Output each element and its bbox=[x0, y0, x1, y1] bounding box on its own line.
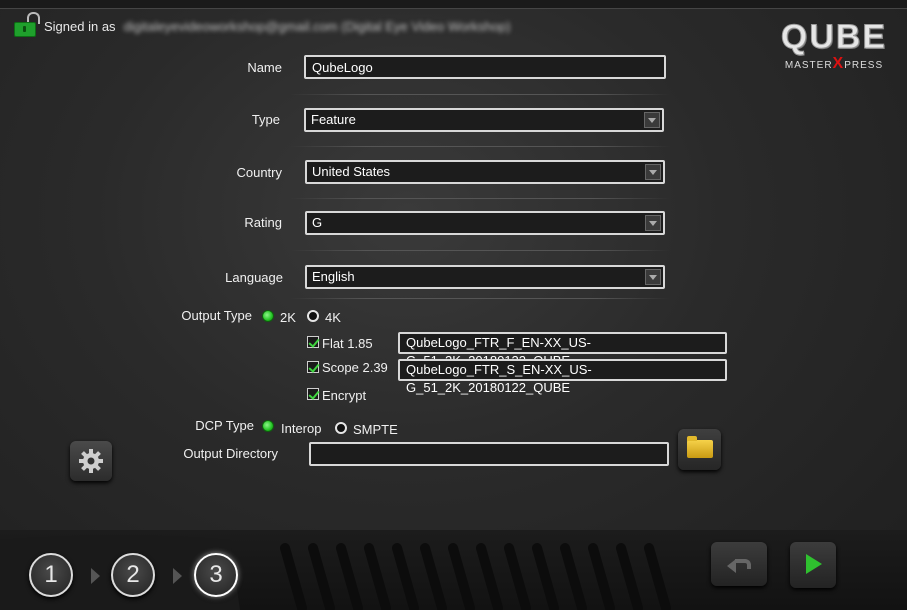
radio-4k[interactable] bbox=[307, 310, 319, 322]
separator bbox=[290, 94, 670, 95]
separator bbox=[290, 146, 670, 147]
name-label: Name bbox=[247, 60, 282, 75]
radio-4k-label[interactable]: 4K bbox=[325, 310, 341, 325]
dcp-type-label: DCP Type bbox=[195, 418, 254, 433]
encrypt-checkbox[interactable] bbox=[307, 388, 319, 400]
flat-filename-input[interactable]: QubeLogo_FTR_F_EN-XX_US-G_51_2K_20180122… bbox=[398, 332, 727, 368]
separator bbox=[290, 198, 670, 199]
app-window: Signed in as digitaleyevideoworkshop@gma… bbox=[0, 0, 907, 610]
next-button[interactable] bbox=[790, 542, 836, 588]
lock-icon bbox=[14, 12, 40, 37]
language-select[interactable]: English bbox=[305, 265, 665, 289]
radio-interop[interactable] bbox=[262, 420, 274, 432]
radio-smpte-label[interactable]: SMPTE bbox=[353, 422, 398, 437]
chevron-down-icon[interactable] bbox=[645, 269, 661, 285]
encrypt-checkbox-label[interactable]: Encrypt bbox=[322, 388, 366, 403]
type-select-value: Feature bbox=[311, 112, 356, 127]
scope-filename-input[interactable]: QubeLogo_FTR_S_EN-XX_US-G_51_2K_20180122… bbox=[398, 359, 727, 395]
scope-checkbox-label[interactable]: Scope 2.39 bbox=[322, 360, 388, 375]
output-type-label: Output Type bbox=[181, 308, 252, 323]
type-select[interactable]: Feature bbox=[304, 108, 664, 132]
output-directory-label: Output Directory bbox=[183, 446, 278, 461]
country-select-value: United States bbox=[312, 164, 391, 179]
step-chevron-icon bbox=[173, 568, 182, 584]
radio-2k-label[interactable]: 2K bbox=[280, 310, 296, 325]
step-3[interactable]: 3 bbox=[194, 553, 238, 597]
bottom-bar: 1 2 3 bbox=[0, 530, 907, 610]
back-arrow-icon bbox=[727, 556, 751, 573]
chevron-down-icon[interactable] bbox=[645, 164, 661, 180]
radio-interop-label[interactable]: Interop bbox=[281, 421, 321, 436]
signed-in-prefix: Signed in as bbox=[44, 18, 116, 34]
flat-checkbox-label[interactable]: Flat 1.85 bbox=[322, 336, 373, 351]
step-chevron-icon bbox=[91, 568, 100, 584]
chevron-down-icon[interactable] bbox=[645, 215, 661, 231]
window-top-edge bbox=[0, 0, 907, 9]
signed-in-account: digitaleyevideoworkshop@gmail.com (Digit… bbox=[123, 18, 511, 34]
play-icon bbox=[806, 554, 822, 574]
folder-icon bbox=[687, 436, 713, 458]
radio-2k[interactable] bbox=[262, 310, 274, 322]
rating-label: Rating bbox=[244, 215, 282, 230]
signed-in-status: Signed in as digitaleyevideoworkshop@gma… bbox=[14, 12, 511, 37]
settings-button[interactable] bbox=[70, 441, 112, 481]
flat-checkbox[interactable] bbox=[307, 336, 319, 348]
rating-select[interactable]: G bbox=[305, 211, 665, 235]
chevron-down-icon[interactable] bbox=[644, 112, 660, 128]
logo-title: QUBE bbox=[780, 18, 888, 56]
step-2[interactable]: 2 bbox=[111, 553, 155, 597]
qube-logo: QUBE MASTERXPRESS bbox=[769, 18, 899, 73]
step-1[interactable]: 1 bbox=[29, 553, 73, 597]
output-directory-input[interactable] bbox=[309, 442, 669, 466]
browse-folder-button[interactable] bbox=[678, 429, 721, 470]
back-button[interactable] bbox=[711, 542, 767, 586]
scope-checkbox[interactable] bbox=[307, 361, 319, 373]
gear-icon bbox=[79, 449, 103, 473]
country-label: Country bbox=[236, 165, 282, 180]
name-input[interactable]: QubeLogo bbox=[304, 55, 666, 79]
logo-subtitle: MASTERXPRESS bbox=[784, 55, 884, 72]
separator bbox=[290, 250, 670, 251]
language-select-value: English bbox=[312, 269, 355, 284]
separator bbox=[290, 298, 670, 299]
country-select[interactable]: United States bbox=[305, 160, 665, 184]
type-label: Type bbox=[251, 112, 280, 127]
language-label: Language bbox=[225, 270, 283, 285]
rating-select-value: G bbox=[312, 215, 323, 230]
radio-smpte[interactable] bbox=[335, 422, 347, 434]
